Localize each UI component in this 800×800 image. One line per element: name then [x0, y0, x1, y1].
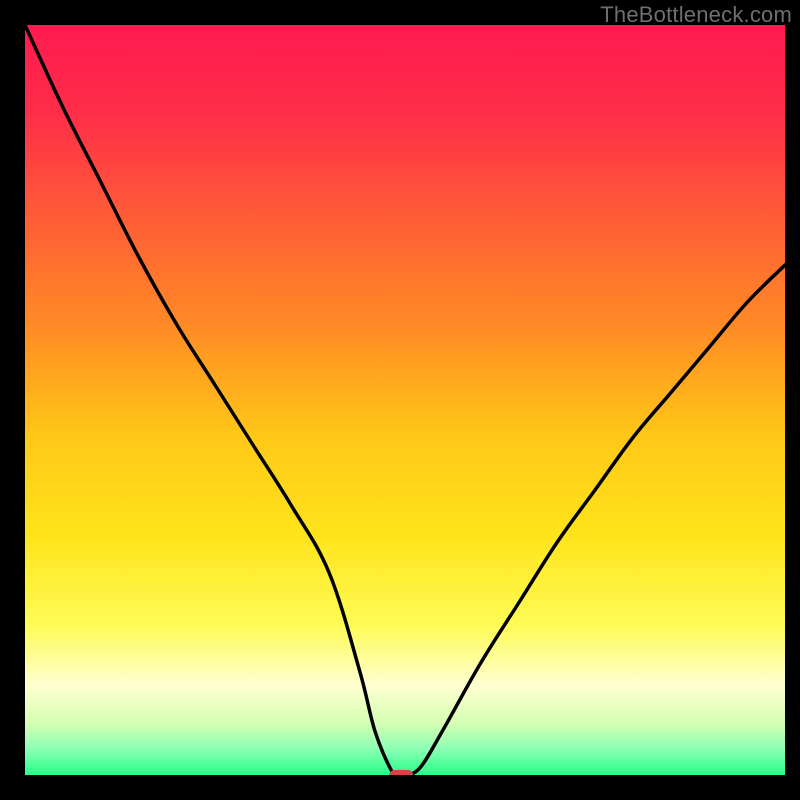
optimum-marker	[389, 770, 413, 775]
plot-area	[25, 25, 785, 775]
gradient-background	[25, 25, 785, 775]
watermark-text: TheBottleneck.com	[600, 2, 792, 28]
chart-frame: TheBottleneck.com	[0, 0, 800, 800]
chart-svg	[25, 25, 785, 775]
